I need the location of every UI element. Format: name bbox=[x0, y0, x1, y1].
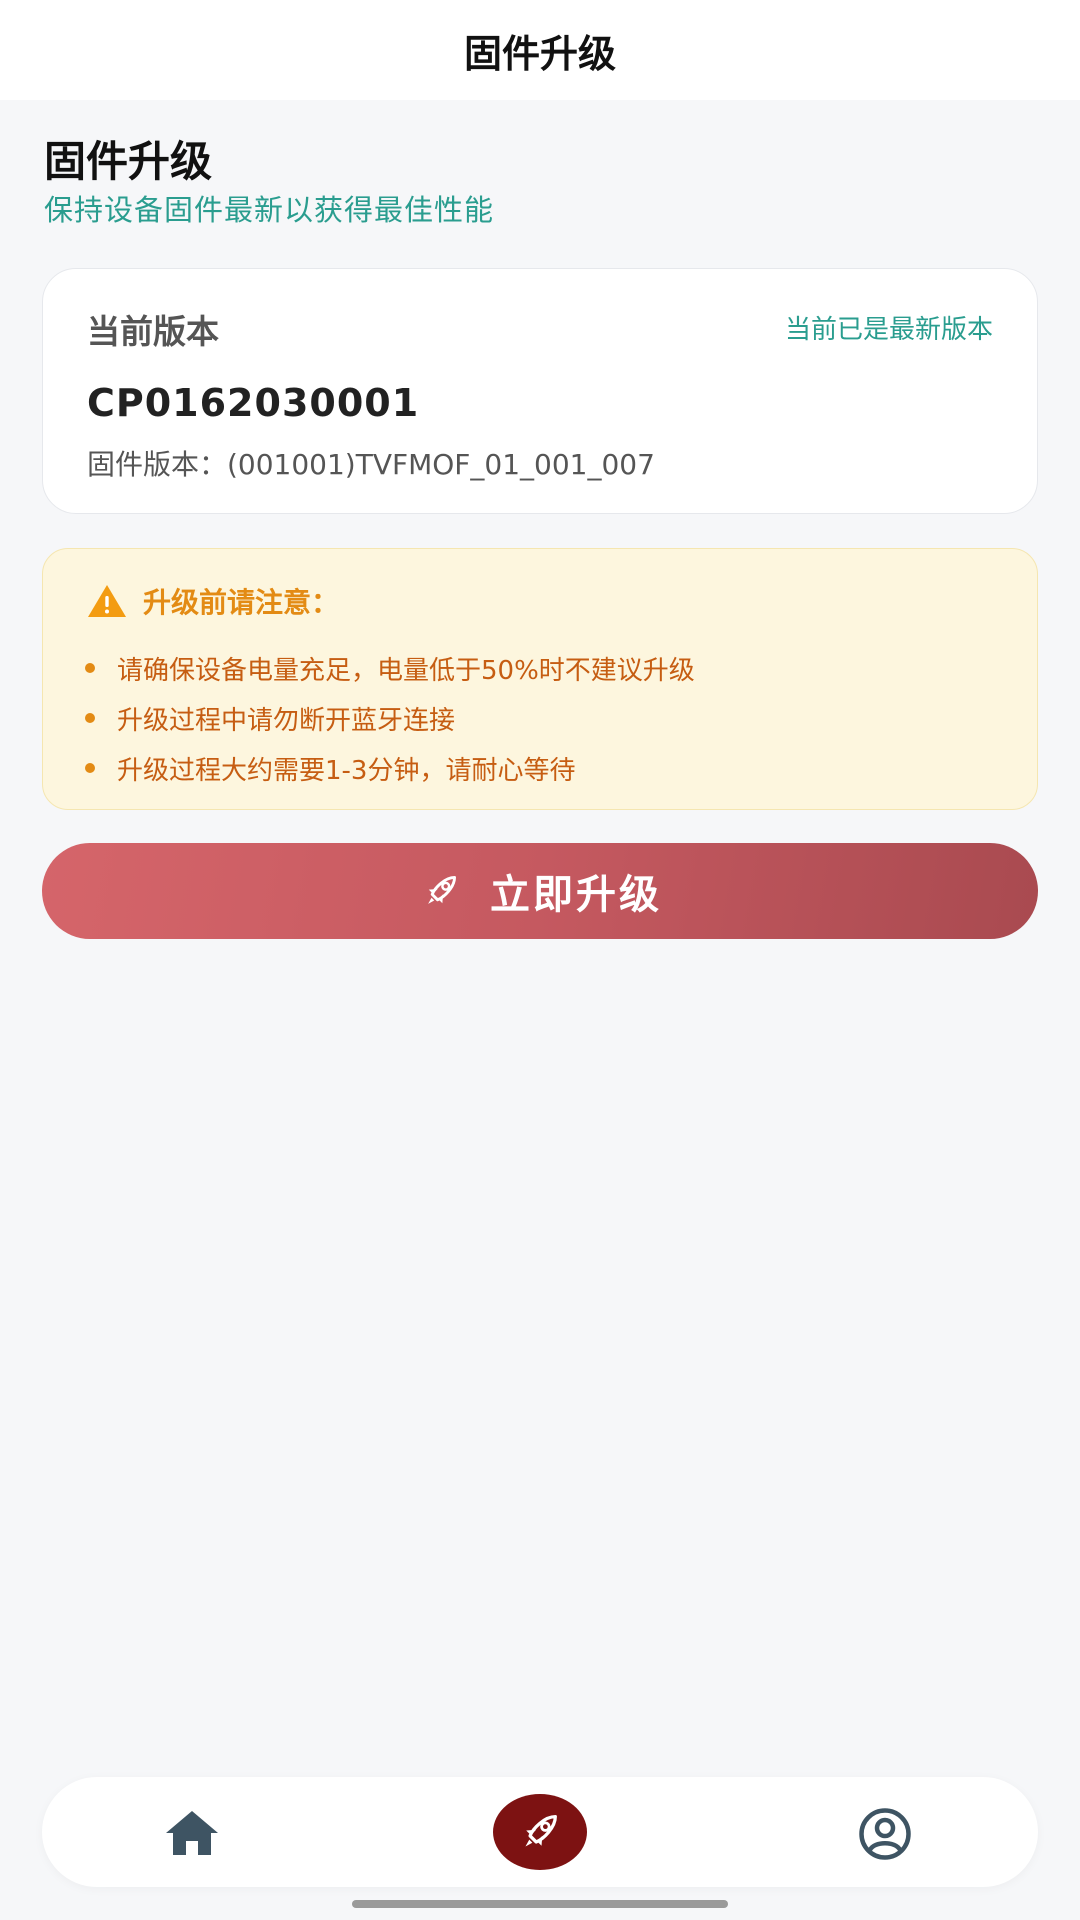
notice-item: 升级过程大约需要1-3分钟，请耐心等待 bbox=[85, 743, 695, 793]
notice-list: 请确保设备电量充足，电量低于50%时不建议升级 升级过程中请勿断开蓝牙连接 升级… bbox=[85, 643, 695, 793]
bullet-dot bbox=[85, 713, 95, 723]
notice-title: 升级前请注意： bbox=[143, 586, 340, 619]
nav-profile-tab[interactable] bbox=[858, 1807, 912, 1861]
notice-item: 请确保设备电量充足，电量低于50%时不建议升级 bbox=[85, 643, 695, 693]
notice-header: 升级前请注意： bbox=[87, 581, 339, 621]
page-heading: 固件升级 保持设备固件最新以获得最佳性能 bbox=[44, 136, 494, 230]
firmware-version: 固件版本：(001001)TVFMOF_01_001_007 bbox=[87, 448, 655, 481]
warning-icon bbox=[88, 585, 126, 617]
device-id: CP0162030001 bbox=[87, 381, 420, 425]
bullet-dot bbox=[85, 763, 95, 773]
notice-item-text: 升级过程中请勿断开蓝牙连接 bbox=[117, 705, 456, 736]
upgrade-button-label: 立即升级 bbox=[490, 872, 662, 918]
nav-home-tab[interactable] bbox=[164, 1809, 220, 1857]
page-subtitle: 保持设备固件最新以获得最佳性能 bbox=[44, 193, 495, 227]
notice-item-text: 升级过程大约需要1-3分钟，请耐心等待 bbox=[117, 755, 576, 786]
nav-upgrade-tab[interactable] bbox=[493, 1794, 587, 1870]
current-version-card: 当前版本 当前已是最新版本 CP0162030001 固件版本：(001001)… bbox=[42, 268, 1038, 514]
version-label: 当前版本 bbox=[87, 312, 219, 351]
bullet-dot bbox=[85, 663, 95, 673]
page-title: 固件升级 bbox=[44, 137, 213, 186]
rocket-icon bbox=[428, 876, 456, 904]
user-circle-icon bbox=[859, 1808, 911, 1860]
home-icon bbox=[166, 1811, 218, 1855]
rocket-icon bbox=[525, 1815, 557, 1847]
version-status: 当前已是最新版本 bbox=[784, 315, 993, 345]
bottom-navigation bbox=[42, 1777, 1038, 1887]
upgrade-now-button[interactable]: 立即升级 bbox=[42, 843, 1038, 939]
notice-item: 升级过程中请勿断开蓝牙连接 bbox=[85, 693, 695, 743]
home-indicator[interactable] bbox=[352, 1900, 728, 1908]
header-title: 固件升级 bbox=[463, 31, 616, 76]
notice-item-text: 请确保设备电量充足，电量低于50%时不建议升级 bbox=[117, 655, 695, 686]
top-bar: 固件升级 bbox=[0, 0, 1080, 100]
upgrade-notice-card: 升级前请注意： 请确保设备电量充足，电量低于50%时不建议升级 升级过程中请勿断… bbox=[42, 548, 1038, 810]
